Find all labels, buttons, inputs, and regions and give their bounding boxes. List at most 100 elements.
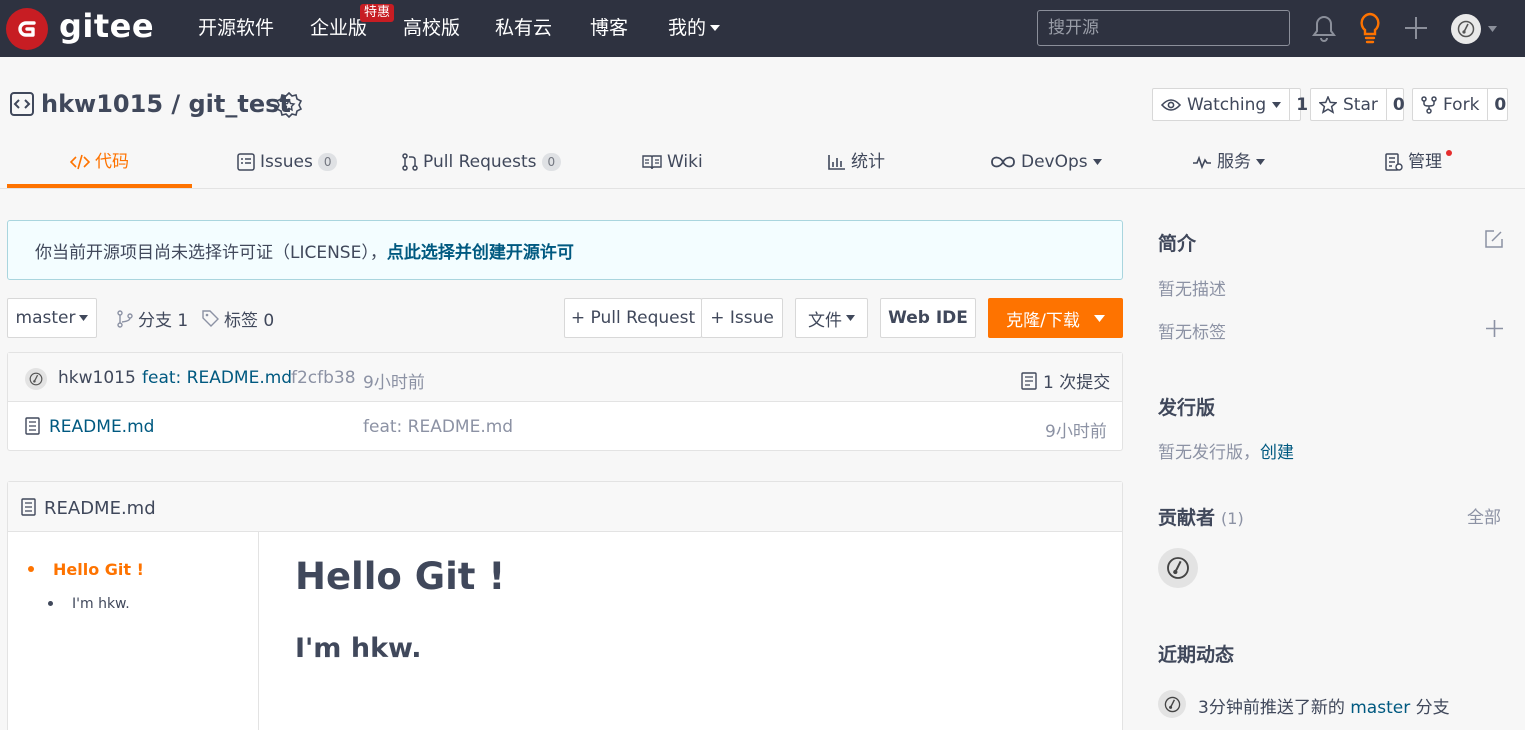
- commit-time: 9小时前: [363, 373, 425, 393]
- star-count[interactable]: 0: [1385, 89, 1411, 120]
- edit-icon[interactable]: [1484, 229, 1504, 249]
- author-avatar[interactable]: [25, 368, 47, 390]
- activity-prefix: 3分钟前推送了新的: [1198, 698, 1351, 718]
- tab-devops[interactable]: DevOps: [990, 150, 1102, 174]
- tags-label: 标签 0: [224, 311, 275, 331]
- releases-info: 暂无发行版，创建: [1158, 438, 1294, 463]
- caret-down-icon: [1092, 159, 1102, 165]
- new-pull-request-button[interactable]: + Pull Request: [564, 298, 702, 338]
- readme-filename: README.md: [44, 498, 156, 519]
- branch-icon: [117, 309, 133, 328]
- bell-icon[interactable]: [1312, 14, 1336, 46]
- readme-heading-2: I'm hkw.: [295, 633, 422, 664]
- manage-icon: [1385, 153, 1403, 171]
- activity-suffix: 分支: [1410, 698, 1450, 718]
- tag-icon: [202, 310, 219, 327]
- tags-link[interactable]: 标签 0: [202, 306, 274, 331]
- lightbulb-icon[interactable]: [1358, 12, 1382, 48]
- file-menu-button[interactable]: 文件: [795, 298, 868, 338]
- commits-count-link[interactable]: 1 次提交: [1021, 368, 1110, 393]
- new-issue-button[interactable]: + Issue: [701, 298, 783, 338]
- fork-label: Fork: [1443, 94, 1480, 115]
- tab-pull-requests-label: Pull Requests: [423, 152, 537, 172]
- tab-stats-label: 统计: [851, 152, 885, 172]
- commits-count-label: 1 次提交: [1043, 373, 1111, 393]
- toc-item-hello-git[interactable]: Hello Git !: [53, 560, 144, 579]
- tab-issues[interactable]: Issues 0: [237, 150, 338, 174]
- file-time: 9小时前: [1045, 422, 1107, 442]
- fork-count[interactable]: 0: [1487, 89, 1512, 120]
- nav-private-cloud[interactable]: 私有云: [495, 16, 552, 40]
- caret-down-icon: [846, 315, 855, 321]
- tab-code-label: 代码: [95, 152, 129, 172]
- promo-badge: 特惠: [360, 4, 395, 22]
- license-notice: 你当前开源项目尚未选择许可证（LICENSE）， 点此选择并创建开源许可: [7, 220, 1123, 280]
- create-release-link[interactable]: 创建: [1260, 443, 1294, 463]
- nav-open-source[interactable]: 开源软件: [198, 16, 274, 40]
- star-counter[interactable]: Star 0: [1310, 88, 1405, 121]
- file-name[interactable]: README.md: [49, 417, 154, 437]
- readme-panel: README.md Hello Git ! I'm hkw. Hello Git…: [7, 481, 1123, 730]
- issues-count: 0: [317, 153, 338, 171]
- fork-counter[interactable]: Fork 0: [1412, 88, 1508, 121]
- clone-download-button[interactable]: 克隆/下载: [988, 298, 1123, 338]
- watch-counter[interactable]: Watching 1: [1152, 88, 1308, 121]
- toc-bullet: [28, 566, 34, 572]
- tab-service[interactable]: 服务: [1192, 150, 1265, 174]
- file-commit-message[interactable]: feat: README.md: [363, 417, 513, 437]
- caret-down-icon[interactable]: [1488, 26, 1497, 32]
- file-menu-label: 文件: [808, 310, 842, 331]
- logo-text[interactable]: gitee: [59, 9, 154, 43]
- nav-enterprise[interactable]: 企业版: [310, 16, 367, 40]
- repo-title: hkw1015 / git_test: [41, 89, 291, 119]
- releases-title: 发行版: [1158, 397, 1216, 419]
- activity-item: 3分钟前推送了新的 master 分支: [1198, 693, 1450, 718]
- commit-message[interactable]: feat: README.md: [142, 368, 292, 388]
- tab-stats[interactable]: 统计: [828, 150, 885, 174]
- contributors-title: 贡献者: [1158, 507, 1216, 529]
- fork-icon: [1421, 95, 1437, 114]
- tab-pull-requests[interactable]: Pull Requests 0: [402, 150, 562, 174]
- tab-manage[interactable]: 管理: [1385, 150, 1442, 174]
- contributors-header: 贡献者 (1): [1158, 503, 1244, 530]
- gitee-logo-icon[interactable]: [6, 8, 48, 50]
- recommend-badge-icon[interactable]: [275, 91, 303, 122]
- branch-select[interactable]: master: [7, 298, 97, 338]
- pull-requests-count: 0: [541, 153, 562, 171]
- repo-code-icon: [10, 92, 34, 120]
- create-license-link[interactable]: 点此选择并创建开源许可: [387, 238, 574, 263]
- all-contributors-link[interactable]: 全部: [1467, 503, 1501, 528]
- activity-branch-link[interactable]: master: [1350, 698, 1410, 718]
- activity-avatar[interactable]: [1158, 690, 1186, 718]
- search-input[interactable]: [1037, 10, 1290, 46]
- user-avatar[interactable]: [1451, 14, 1481, 44]
- file-icon: [21, 498, 36, 516]
- commits-icon: [1021, 371, 1037, 390]
- tab-divider: [0, 188, 1525, 189]
- no-description-text: 暂无描述: [1158, 280, 1226, 300]
- commit-hash[interactable]: f2cfb38: [291, 368, 356, 388]
- plus-icon[interactable]: [1405, 17, 1427, 43]
- tab-wiki[interactable]: Wiki: [642, 150, 703, 174]
- table-row[interactable]: README.md feat: README.md 9小时前: [8, 403, 1122, 451]
- branches-label: 分支 1: [138, 311, 189, 331]
- repo-separator: /: [163, 90, 189, 118]
- no-release-text: 暂无发行版，: [1158, 443, 1260, 463]
- nav-education[interactable]: 高校版: [403, 16, 460, 40]
- tab-wiki-label: Wiki: [667, 152, 703, 172]
- toc-item-im-hkw[interactable]: I'm hkw.: [72, 596, 130, 612]
- repo-owner[interactable]: hkw1015: [41, 90, 163, 118]
- commit-author[interactable]: hkw1015: [58, 368, 136, 388]
- readme-heading-1: Hello Git !: [295, 555, 506, 598]
- nav-mine[interactable]: 我的: [668, 16, 721, 40]
- add-tag-icon[interactable]: [1486, 320, 1503, 337]
- tab-devops-label: DevOps: [1021, 152, 1088, 172]
- star-icon: [1319, 95, 1337, 114]
- web-ide-button[interactable]: Web IDE: [880, 298, 976, 338]
- nav-blog[interactable]: 博客: [590, 16, 628, 40]
- caret-down-icon: [710, 25, 721, 31]
- intro-title: 简介: [1158, 233, 1197, 255]
- branches-link[interactable]: 分支 1: [117, 306, 188, 331]
- contributor-avatar[interactable]: [1158, 548, 1198, 588]
- tab-code[interactable]: 代码: [70, 150, 129, 174]
